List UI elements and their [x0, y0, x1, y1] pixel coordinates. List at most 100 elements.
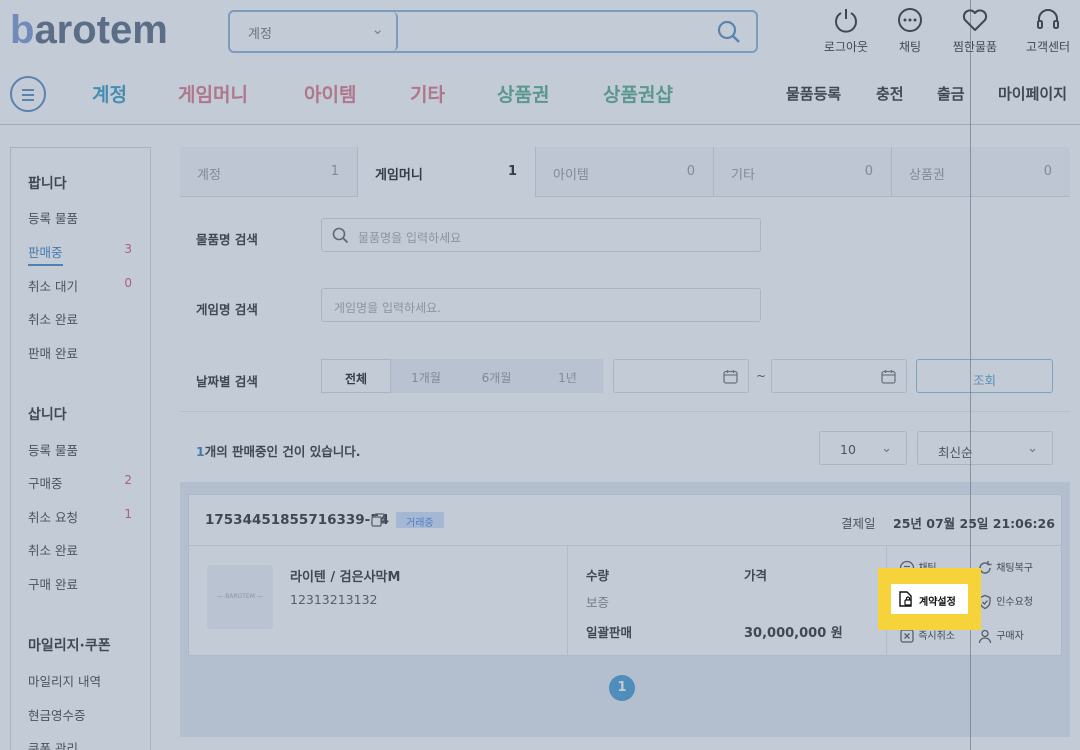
- nav-withdraw[interactable]: 출금: [937, 83, 965, 104]
- calendar-icon: [881, 370, 896, 384]
- logout-button[interactable]: 로그아웃: [814, 6, 878, 55]
- status-badge: 거래중: [396, 512, 444, 529]
- chevron-down-icon: ⌄: [881, 441, 892, 456]
- chevron-down-icon: ⌄: [371, 20, 384, 38]
- search-icon[interactable]: [716, 19, 742, 49]
- date-range-separator: ~: [756, 369, 767, 383]
- search-input[interactable]: [405, 16, 705, 47]
- sidebar-item-selling[interactable]: 판매중: [28, 242, 63, 266]
- quantity-value: 보증: [586, 595, 610, 610]
- hamburger-menu-button[interactable]: [10, 76, 46, 112]
- menu-line: [22, 94, 34, 96]
- tab-etc[interactable]: 기타 0: [714, 147, 892, 197]
- user-icon: [978, 629, 992, 644]
- col-divider: [567, 546, 568, 656]
- receive-request-button[interactable]: 인수요청: [977, 593, 1033, 610]
- tab-game-money[interactable]: 게임머니 1: [358, 147, 536, 197]
- sidebar-item-mileage-history[interactable]: 마일리지 내역: [28, 671, 101, 690]
- game-search-label: 게임명 검색: [196, 302, 258, 317]
- cancel-icon: [900, 629, 914, 643]
- sidebar-item-coupon[interactable]: 쿠폰 관리: [28, 738, 78, 750]
- period-all-button[interactable]: 전체: [321, 359, 391, 393]
- chat-icon: [898, 8, 922, 32]
- nav-category-gift-card[interactable]: 상품권: [497, 80, 549, 107]
- quantity-label: 수량: [586, 568, 610, 583]
- sidebar-item-buy-cancel-done[interactable]: 취소 완료: [28, 540, 78, 559]
- sidebar-count-cancel-request: 1: [124, 507, 132, 521]
- date-search-label: 날짜별 검색: [196, 374, 258, 389]
- sidebar: 팝니다 등록 물품 판매중 3 취소 대기 0 취소 완료 판매 완료 삽니다 …: [10, 147, 151, 750]
- period-1year-button[interactable]: 1년: [532, 359, 603, 393]
- search-submit-button[interactable]: 조회: [916, 359, 1053, 393]
- nav-mypage[interactable]: 마이페이지: [998, 83, 1067, 104]
- power-icon: [835, 9, 857, 33]
- game-search-input[interactable]: 게임명을 입력하세요.: [321, 288, 761, 322]
- copy-icon[interactable]: [371, 513, 385, 527]
- sidebar-heading-buy: 삽니다: [28, 407, 67, 423]
- headset-icon: [1037, 9, 1059, 29]
- end-date-input[interactable]: [771, 359, 907, 393]
- nav-category-game-money[interactable]: 게임머니: [178, 80, 248, 107]
- price-value: 30,000,000 원: [744, 626, 843, 641]
- start-date-input[interactable]: [613, 359, 749, 393]
- price-label: 가격: [744, 568, 768, 583]
- sidebar-item-cash-receipt[interactable]: 현금영수증: [28, 705, 86, 724]
- sidebar-heading-sell: 팝니다: [28, 176, 67, 192]
- card-divider: [189, 545, 1061, 546]
- search-category-select[interactable]: 계정 ⌄: [230, 12, 398, 51]
- period-6month-button[interactable]: 6개월: [461, 359, 532, 393]
- menu-line: [22, 99, 34, 101]
- sidebar-item-buying[interactable]: 구매중: [28, 473, 63, 492]
- chat-restore-button[interactable]: 채팅복구: [977, 559, 1033, 576]
- payment-date-label: 결제일: [841, 516, 876, 531]
- nav-category-gift-shop[interactable]: 상품권샵: [603, 80, 673, 107]
- tab-gift-card[interactable]: 상품권 0: [892, 147, 1070, 197]
- item-search-input[interactable]: 물품명을 입력하세요: [321, 218, 761, 252]
- sidebar-heading-mileage: 마일리지·쿠폰: [28, 638, 111, 654]
- search-bar: 계정 ⌄: [228, 10, 758, 53]
- sidebar-item-buy-complete[interactable]: 구매 완료: [28, 574, 78, 593]
- wishlist-button[interactable]: 찜한물품: [943, 6, 1007, 55]
- chevron-down-icon: ⌄: [1027, 441, 1038, 456]
- item-code: 12313213132: [290, 592, 378, 607]
- sort-select[interactable]: 최신순 ⌄: [917, 431, 1053, 465]
- tab-item[interactable]: 아이템 0: [536, 147, 714, 197]
- sale-type: 일괄판매: [586, 625, 633, 640]
- per-page-select[interactable]: 10 ⌄: [819, 431, 907, 465]
- search-icon: [332, 227, 349, 244]
- sidebar-item-sell-cancel-done[interactable]: 취소 완료: [28, 309, 78, 328]
- sidebar-item-cancel-pending[interactable]: 취소 대기: [28, 276, 78, 295]
- nav-category-etc[interactable]: 기타: [410, 80, 445, 107]
- sidebar-item-sell-complete[interactable]: 판매 완료: [28, 343, 78, 362]
- document-lock-icon: [899, 591, 912, 607]
- buyer-info-button[interactable]: 구매자: [977, 627, 1024, 644]
- item-thumbnail: — BAROTEM —: [207, 565, 273, 629]
- nav-category-item[interactable]: 아이템: [304, 80, 356, 107]
- payment-date-value: 25년 07월 25일 21:06:26: [893, 516, 1055, 531]
- menu-line: [22, 89, 34, 91]
- item-title[interactable]: 라이텐 / 검은사막M: [290, 566, 400, 585]
- guide-line: [970, 0, 971, 750]
- support-button[interactable]: 고객센터: [1016, 6, 1080, 55]
- calendar-icon: [723, 370, 738, 384]
- category-tabs: 계정 1 게임머니 1 아이템 0 기타 0 상품권 0: [180, 147, 1070, 197]
- header-divider: [0, 124, 1080, 125]
- sidebar-count-cancel-pending: 0: [124, 276, 132, 290]
- sidebar-item-cancel-request[interactable]: 취소 요청: [28, 507, 78, 526]
- nav-charge[interactable]: 충전: [876, 83, 904, 104]
- results-count-text: 1개의 판매중인 건이 있습니다.: [196, 444, 361, 459]
- site-logo[interactable]: barotem: [10, 8, 168, 53]
- contract-setting-button[interactable]: 계약설정: [891, 584, 968, 614]
- nav-register-item[interactable]: 물품등록: [786, 83, 841, 104]
- period-1month-button[interactable]: 1개월: [391, 359, 461, 393]
- page-1-button[interactable]: 1: [609, 675, 635, 701]
- nav-category-account[interactable]: 계정: [92, 80, 127, 107]
- item-search-label: 물품명 검색: [196, 232, 258, 247]
- chat-button[interactable]: 채팅: [878, 6, 942, 55]
- order-id: 1753445185571633­9-54: [205, 512, 390, 528]
- sidebar-count-buying: 2: [124, 473, 132, 487]
- tab-account[interactable]: 계정 1: [180, 147, 358, 197]
- sidebar-item-buy-registered[interactable]: 등록 물품: [28, 440, 78, 459]
- sidebar-count-selling: 3: [124, 242, 132, 256]
- sidebar-item-sell-registered[interactable]: 등록 물품: [28, 208, 78, 227]
